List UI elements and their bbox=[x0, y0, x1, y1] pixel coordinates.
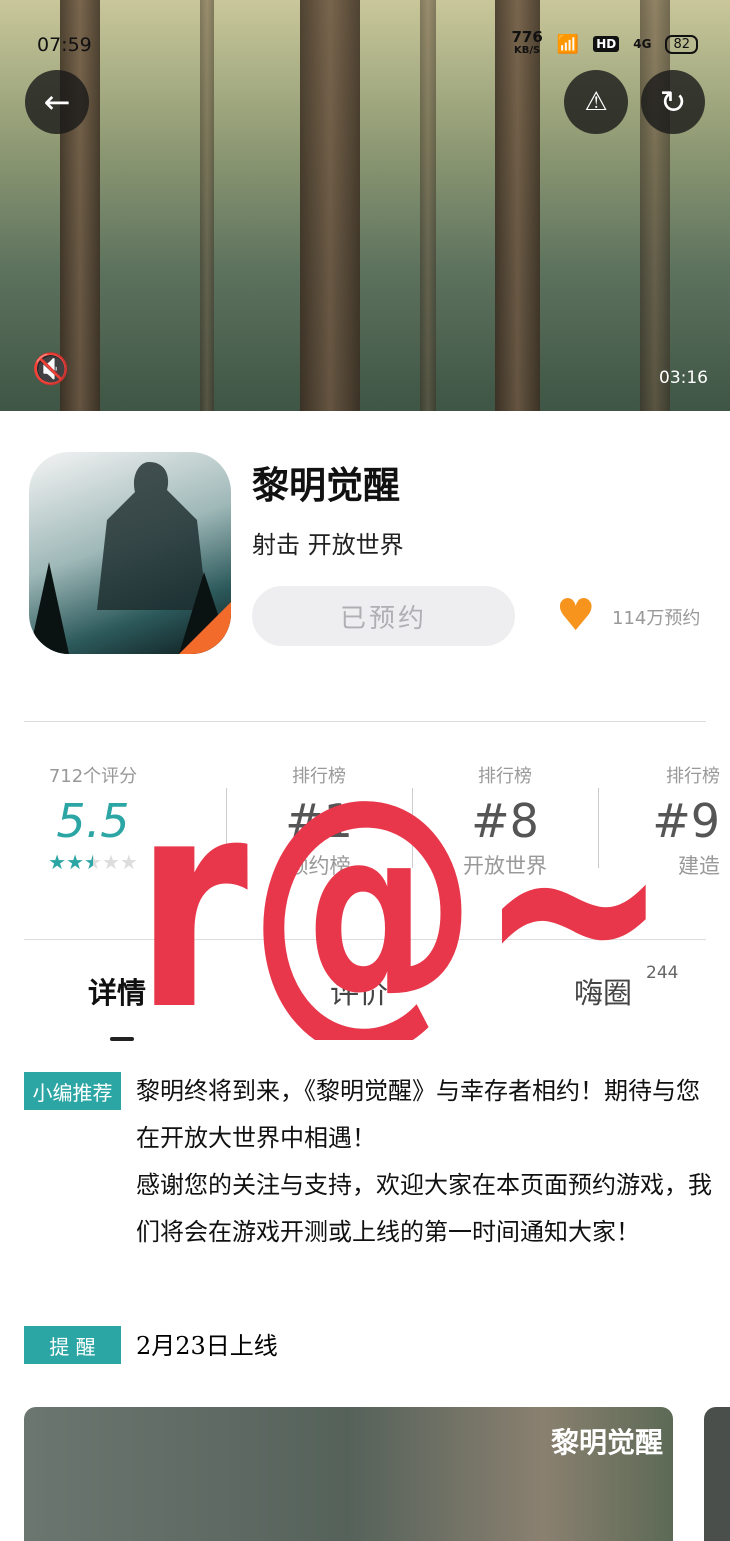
release-date: 2月23日上线 bbox=[136, 1332, 278, 1360]
rank-category: 开放世界 bbox=[463, 854, 547, 878]
stat-rating[interactable]: 712个评分 5.5 ★★★★★ bbox=[0, 762, 186, 874]
tab-community[interactable]: 嗨圈 bbox=[574, 970, 632, 1012]
stat-label: 排行榜 bbox=[666, 766, 720, 787]
rank-category: 建造 bbox=[678, 854, 720, 878]
rank-value: #1 bbox=[285, 794, 353, 848]
reserved-button[interactable]: 已预约 bbox=[252, 586, 515, 646]
share-icon: ↻ bbox=[659, 83, 687, 121]
share-button[interactable]: ↻ bbox=[641, 70, 705, 134]
stat-rank-3[interactable]: 排行榜 #9 建造 bbox=[598, 762, 730, 880]
video-duration: 03:16 bbox=[659, 368, 708, 388]
wifi-icon: 📶 bbox=[556, 33, 580, 55]
battery-icon: 82 bbox=[665, 34, 698, 54]
app-title: 黎明觉醒 bbox=[252, 463, 400, 507]
tab-reviews[interactable]: 评价 bbox=[330, 970, 388, 1012]
video-player[interactable]: 07:59 776 KB/S 📶 HD 4G 82 ← ⚠ ↻ 🔇 03:16 bbox=[0, 0, 730, 411]
net-speed: 776 bbox=[511, 28, 543, 46]
clock: 07:59 bbox=[37, 34, 92, 56]
screenshot-logo: 黎明觉醒 bbox=[550, 1426, 663, 1459]
reminder-badge: 提 醒 bbox=[24, 1326, 121, 1364]
stat-label: 排行榜 bbox=[292, 766, 346, 787]
heart-icon: ♥ bbox=[556, 590, 596, 641]
app-icon bbox=[29, 452, 231, 654]
back-button[interactable]: ← bbox=[25, 70, 89, 134]
tab-indicator bbox=[110, 1037, 134, 1041]
status-bar: 07:59 776 KB/S 📶 HD 4G 82 bbox=[0, 30, 730, 58]
stat-label: 排行榜 bbox=[478, 766, 532, 787]
screenshot-1[interactable]: 黎明觉醒 bbox=[24, 1407, 673, 1541]
rating-stars: ★★★★★ bbox=[48, 850, 138, 874]
stat-label: 712个评分 bbox=[48, 766, 138, 787]
signal-icon: 4G bbox=[633, 37, 652, 51]
reserve-count: 114万预约 bbox=[612, 608, 701, 629]
divider bbox=[24, 939, 706, 940]
editor-text: 黎明终将到来，《黎明觉醒》与幸存者相约！期待与您在开放大世界中相遇！ 感谢您的关… bbox=[136, 1077, 712, 1246]
rank-value: #8 bbox=[471, 794, 539, 848]
screenshot-2[interactable] bbox=[704, 1407, 730, 1541]
stat-rank-2[interactable]: 排行榜 #8 开放世界 bbox=[412, 762, 598, 880]
app-tags: 射击 开放世界 bbox=[252, 531, 404, 559]
divider bbox=[24, 721, 706, 722]
rank-value: #9 bbox=[652, 794, 720, 848]
hd-icon: HD bbox=[593, 36, 620, 52]
community-count: 244 bbox=[646, 963, 679, 983]
tab-details[interactable]: 详情 bbox=[88, 970, 146, 1012]
app-icon-art bbox=[29, 462, 231, 654]
rating-value: 5.5 bbox=[56, 794, 130, 848]
arrow-left-icon: ← bbox=[43, 83, 71, 121]
report-button[interactable]: ⚠ bbox=[564, 70, 628, 134]
rank-category: 预约榜 bbox=[287, 854, 351, 878]
net-unit: KB/S bbox=[514, 45, 541, 56]
shield-alert-icon: ⚠ bbox=[584, 87, 608, 117]
mute-icon[interactable]: 🔇 bbox=[32, 352, 69, 387]
stat-rank-1[interactable]: 排行榜 #1 预约榜 bbox=[226, 762, 412, 880]
editor-badge: 小编推荐 bbox=[24, 1072, 121, 1110]
